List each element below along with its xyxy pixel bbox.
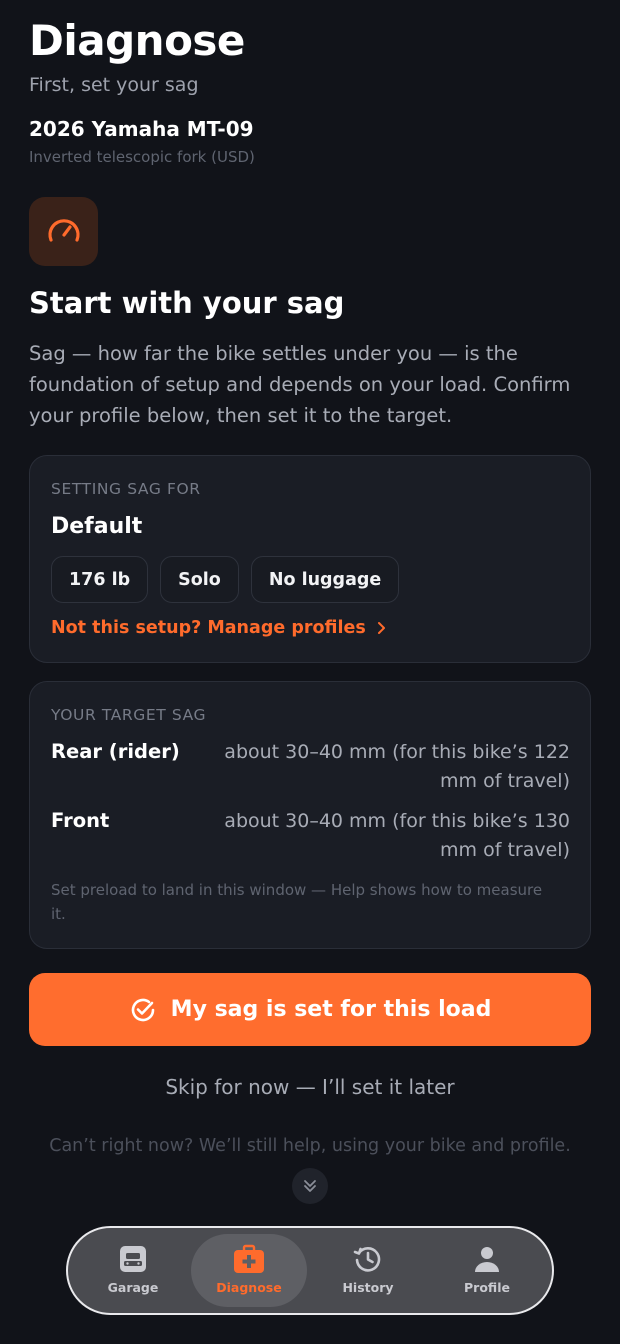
- profile-chips: 176 lb Solo No luggage: [51, 556, 400, 603]
- passenger-chip: Solo: [160, 556, 239, 603]
- fork-type: Inverted telescopic fork (USD): [29, 148, 255, 166]
- tab-bar: Garage Diagnose History Profile: [66, 1226, 554, 1315]
- rear-sag-label: Rear (rider): [51, 740, 180, 763]
- rear-sag-value: about 30–40 mm (for this bike’s 122 mm o…: [224, 741, 570, 792]
- profile-icon: [475, 1247, 499, 1272]
- sag-set-button[interactable]: My sag is set for this load: [29, 973, 591, 1046]
- intro-text: Sag — how far the bike settles under you…: [29, 342, 571, 427]
- fallback-text: Can’t right now? We’ll still help, using…: [49, 1136, 571, 1156]
- first-aid-icon: [234, 1244, 264, 1273]
- profile-name: Default: [51, 514, 143, 539]
- history-icon: [353, 1247, 381, 1272]
- luggage-chip: No luggage: [250, 556, 400, 603]
- target-card-eyebrow: YOUR TARGET SAG: [51, 706, 207, 724]
- tab-history-label: History: [342, 1280, 394, 1295]
- diagnose-screen: Diagnose First, set your sag 2026 Yamaha…: [0, 0, 620, 1344]
- tab-history[interactable]: History: [310, 1234, 426, 1307]
- tab-garage[interactable]: Garage: [75, 1234, 191, 1307]
- tab-diagnose[interactable]: Diagnose: [191, 1234, 307, 1307]
- manage-profiles-link[interactable]: Not this setup? Manage profiles: [51, 618, 386, 638]
- target-sag-card: YOUR TARGET SAG Rear (rider) about 30–40…: [29, 681, 591, 949]
- gauge-icon: [47, 218, 80, 242]
- page-title: Diagnose: [29, 16, 245, 65]
- bike-name: 2026 Yamaha MT-09: [29, 117, 254, 141]
- sag-set-button-label: My sag is set for this load: [170, 997, 492, 1022]
- scroll-down-button[interactable]: [292, 1168, 328, 1204]
- profile-card: SETTING SAG FOR Default 176 lb Solo No l…: [29, 455, 591, 663]
- section-heading: Start with your sag: [29, 286, 345, 320]
- skip-button[interactable]: Skip for now — I’ll set it later: [0, 1075, 620, 1099]
- tab-profile-label: Profile: [464, 1280, 510, 1295]
- front-sag-value: about 30–40 mm (for this bike’s 130 mm o…: [224, 810, 570, 861]
- manage-profiles-label: Not this setup? Manage profiles: [51, 618, 366, 638]
- gauge-tile: [29, 197, 98, 266]
- tab-profile[interactable]: Profile: [429, 1234, 545, 1307]
- profile-card-eyebrow: SETTING SAG FOR: [51, 480, 201, 498]
- garage-icon: [120, 1246, 146, 1272]
- tab-garage-label: Garage: [107, 1280, 159, 1295]
- page-subtitle: First, set your sag: [29, 74, 199, 96]
- weight-chip: 176 lb: [51, 556, 149, 603]
- tab-diagnose-label: Diagnose: [216, 1280, 282, 1295]
- double-chevron-down-icon: [304, 1180, 316, 1192]
- chevron-right-icon: [377, 622, 385, 634]
- check-circle-icon: [131, 998, 154, 1021]
- front-sag-label: Front: [51, 809, 110, 832]
- sag-note: Set preload to land in this window — Hel…: [51, 881, 543, 923]
